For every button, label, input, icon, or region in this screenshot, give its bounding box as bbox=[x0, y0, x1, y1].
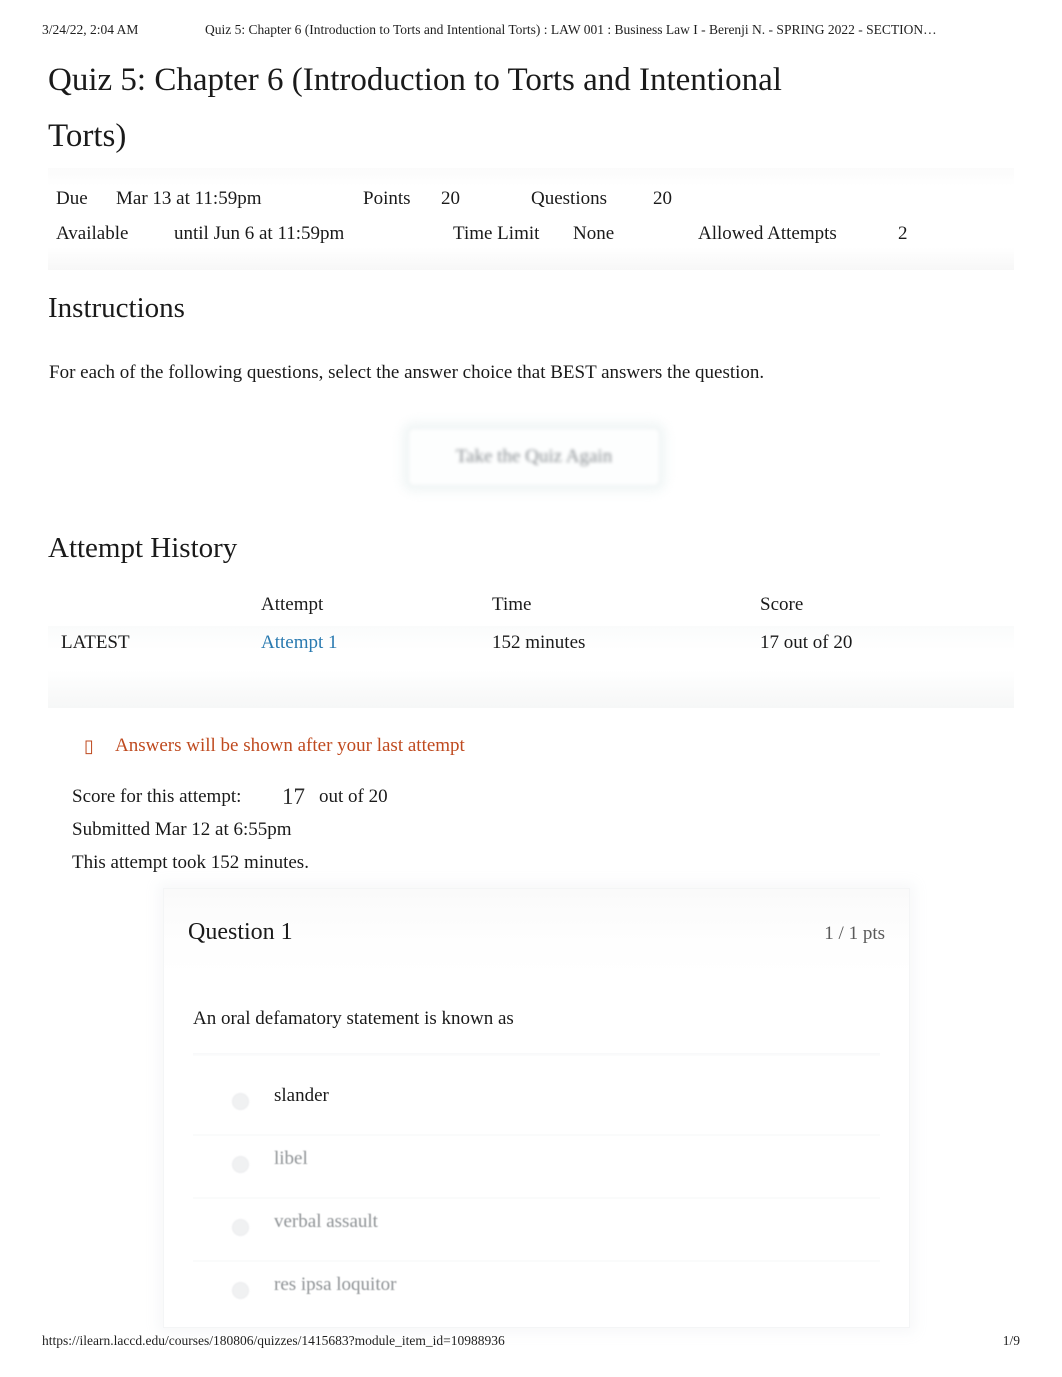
answers-notice-text: Answers will be shown after your last at… bbox=[115, 735, 465, 756]
instructions-body: For each of the following questions, sel… bbox=[49, 362, 765, 383]
print-document-title: Quiz 5: Chapter 6 (Introduction to Torts… bbox=[205, 22, 937, 37]
print-footer: https://ilearn.laccd.edu/courses/180806/… bbox=[0, 1333, 1062, 1355]
table-footer-spacer bbox=[48, 670, 1014, 708]
available-value: until Jun 6 at 11:59pm bbox=[174, 223, 345, 244]
points-label: Points bbox=[363, 188, 411, 209]
score-label: Score for this attempt: bbox=[72, 786, 242, 807]
quiz-meta-bar: Due Mar 13 at 11:59pm Points 20 Question… bbox=[48, 168, 1014, 270]
take-quiz-again-button[interactable]: Take the Quiz Again bbox=[408, 428, 660, 486]
questions-value: 20 bbox=[653, 188, 672, 209]
page-title: Quiz 5: Chapter 6 (Introduction to Torts… bbox=[48, 62, 782, 154]
available-label: Available bbox=[56, 223, 129, 244]
answer-option-row[interactable]: libel bbox=[164, 1134, 909, 1197]
question-header: Question 1 1 / 1 pts bbox=[164, 889, 909, 975]
question-divider bbox=[193, 1053, 880, 1056]
quiz-meta-row-1: Due Mar 13 at 11:59pm Points 20 Question… bbox=[48, 188, 1014, 222]
print-timestamp: 3/24/22, 2:04 AM bbox=[42, 22, 139, 37]
attempt-kept-badge: LATEST bbox=[61, 632, 130, 653]
answer-option-label: slander bbox=[274, 1085, 329, 1106]
warning-icon: ▯ bbox=[84, 736, 94, 757]
attempt-history-heading: Attempt History bbox=[48, 532, 238, 564]
answer-options-list: slander libel verbal assault res ipsa lo… bbox=[164, 1071, 909, 1323]
allowed-attempts-value: 2 bbox=[898, 223, 908, 244]
answer-option-row[interactable]: verbal assault bbox=[164, 1197, 909, 1260]
answer-option-row[interactable]: res ipsa loquitor bbox=[164, 1260, 909, 1323]
table-header-row: Attempt Time Score bbox=[48, 588, 1014, 626]
table-row: LATEST Attempt 1 152 minutes 17 out of 2… bbox=[48, 626, 1014, 670]
due-label: Due bbox=[56, 188, 88, 209]
print-header: 3/24/22, 2:04 AM Quiz 5: Chapter 6 (Intr… bbox=[0, 22, 1062, 44]
attempt-link[interactable]: Attempt 1 bbox=[261, 632, 338, 654]
answer-option-row[interactable]: slander bbox=[164, 1071, 909, 1134]
column-header-time: Time bbox=[492, 594, 532, 615]
allowed-attempts-label: Allowed Attempts bbox=[698, 223, 837, 244]
time-limit-value: None bbox=[573, 223, 615, 244]
submitted-line: Submitted Mar 12 at 6:55pm bbox=[72, 819, 292, 840]
question-card: Question 1 1 / 1 pts An oral defamatory … bbox=[163, 888, 910, 1328]
answer-option-label: verbal assault bbox=[274, 1211, 378, 1232]
column-header-attempt: Attempt bbox=[261, 594, 324, 615]
attempt-history-table: Attempt Time Score LATEST Attempt 1 152 … bbox=[48, 588, 1014, 708]
questions-label: Questions bbox=[531, 188, 607, 209]
attempt-time: 152 minutes bbox=[492, 632, 586, 653]
radio-button-icon[interactable] bbox=[232, 1093, 249, 1110]
answer-option-label: res ipsa loquitor bbox=[274, 1274, 397, 1295]
instructions-heading: Instructions bbox=[48, 292, 185, 324]
question-points: 1 / 1 pts bbox=[824, 923, 885, 944]
score-suffix: out of 20 bbox=[319, 786, 388, 807]
due-value: Mar 13 at 11:59pm bbox=[116, 188, 262, 209]
time-limit-label: Time Limit bbox=[453, 223, 540, 244]
answer-option-label: libel bbox=[274, 1148, 308, 1169]
question-title: Question 1 bbox=[188, 919, 293, 945]
score-for-attempt-line: Score for this attempt: 17 out of 20 bbox=[72, 784, 388, 818]
question-body: An oral defamatory statement is known as… bbox=[164, 975, 909, 1327]
question-text: An oral defamatory statement is known as bbox=[193, 1008, 514, 1029]
footer-url: https://ilearn.laccd.edu/courses/180806/… bbox=[42, 1333, 505, 1348]
duration-line: This attempt took 152 minutes. bbox=[72, 852, 309, 873]
radio-button-icon[interactable] bbox=[232, 1282, 249, 1299]
attempt-score: 17 out of 20 bbox=[760, 632, 853, 653]
radio-button-icon[interactable] bbox=[232, 1156, 249, 1173]
score-value: 17 bbox=[282, 784, 305, 809]
footer-page-number: 1/9 bbox=[1002, 1333, 1020, 1348]
points-value: 20 bbox=[441, 188, 460, 209]
radio-button-icon[interactable] bbox=[232, 1219, 249, 1236]
quiz-meta-row-2: Available until Jun 6 at 11:59pm Time Li… bbox=[48, 223, 1014, 257]
take-quiz-again-button-wrapper: Take the Quiz Again bbox=[408, 428, 660, 486]
column-header-score: Score bbox=[760, 594, 804, 615]
